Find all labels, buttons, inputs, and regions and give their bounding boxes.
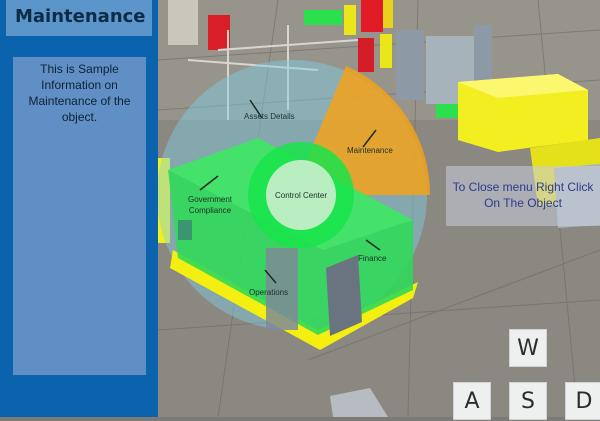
menu-item-operations[interactable]: Operations [249, 288, 288, 297]
key-s[interactable]: S [509, 382, 547, 420]
menu-item-assets-details[interactable]: Assets Details [244, 112, 295, 121]
key-w[interactable]: W [509, 329, 547, 367]
key-d[interactable]: D [565, 382, 600, 420]
panel-title: Maintenance [6, 0, 152, 36]
close-menu-hint: To Close menu Right Click On The Object [446, 166, 600, 226]
menu-item-government-compliance[interactable]: Government Compliance [180, 194, 240, 216]
panel-description: This is Sample Information on Maintenanc… [13, 57, 146, 375]
info-panel: Maintenance This is Sample Information o… [0, 0, 158, 417]
menu-item-finance[interactable]: Finance [358, 254, 386, 263]
menu-center-control-center[interactable]: Control Center [269, 191, 333, 200]
key-a[interactable]: A [453, 382, 491, 420]
menu-item-maintenance[interactable]: Maintenance [347, 146, 393, 155]
